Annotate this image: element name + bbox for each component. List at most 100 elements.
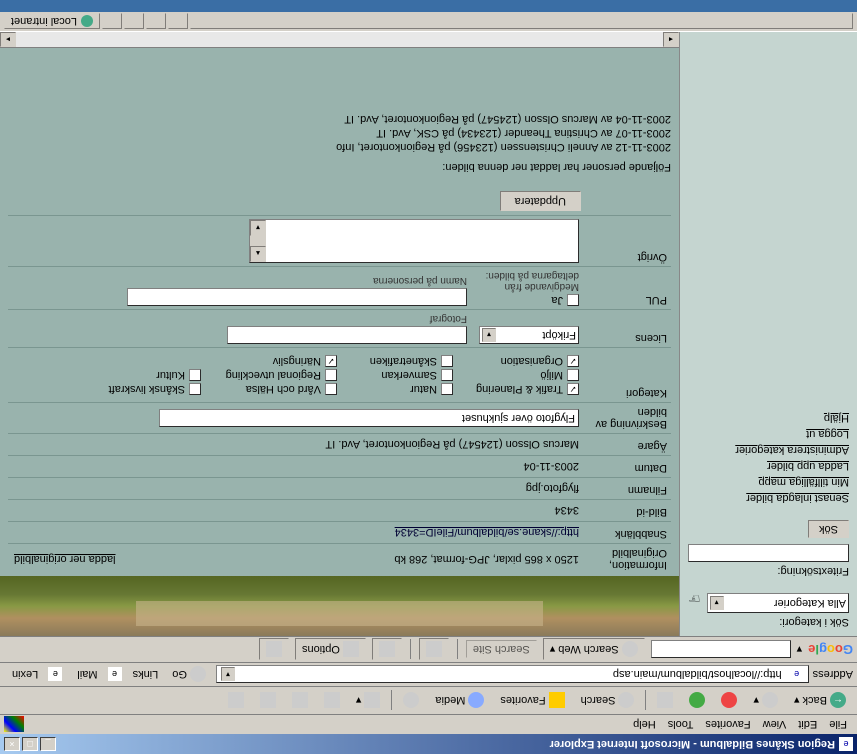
windows-logo-icon [4,717,24,733]
menu-tools[interactable]: Tools [662,717,700,733]
owner-value: Marcus Olsson (124547) på Regionkontoret… [8,436,583,454]
status-segment [102,14,122,30]
chk-trafik[interactable]: Trafik & Planering [459,383,579,395]
photographer-input[interactable] [227,326,467,344]
textarea-scrollbar[interactable]: ▴ ▾ [250,220,266,262]
menu-view[interactable]: View [757,717,793,733]
chk-skanetrafiken[interactable]: Skånetrafiken [343,355,453,367]
chk-vard[interactable]: Vård och Hälsa [207,383,337,395]
chk-natur[interactable]: Natur [343,383,453,395]
maximize-button[interactable]: □ [22,737,38,751]
print-button[interactable] [317,690,347,712]
blocked-button[interactable] [372,639,402,661]
google-logo-icon[interactable]: Google [808,642,853,657]
link-help[interactable]: Hjälp [688,410,849,426]
menu-edit[interactable]: Edit [792,717,823,733]
search-web-button[interactable]: Search Web ▾ [543,639,645,661]
category-select[interactable]: Alla Kategorier ▾ [707,593,849,613]
google-search-input[interactable] [651,641,791,659]
checkbox-icon [567,369,579,381]
window-titlebar: e Region Skånes Bildalbum - Microsoft In… [0,734,857,754]
back-button[interactable]: Back ▾ [787,690,853,712]
quicklink-value[interactable]: http://skane.se/bildalbum/FileID=3434 [395,527,579,539]
page-content: Sök i kategori: Alla Kategorier ▾ ☞ Frit… [0,32,857,636]
link-logout[interactable]: Logga ut [688,426,849,442]
link-lexin[interactable]: eLexin [4,668,66,682]
menu-favorites[interactable]: Favorites [699,717,756,733]
link-admin-categories[interactable]: Administrera kategorier [688,442,849,458]
media-button[interactable]: Media [428,690,491,712]
stop-button[interactable] [714,690,744,712]
search-button[interactable]: Search [574,690,642,712]
edit-button[interactable] [285,690,315,712]
image-id-label: Bild-id [583,503,671,521]
scroll-down-icon[interactable]: ▾ [250,220,266,236]
menu-help[interactable]: Help [627,717,662,733]
chk-regional[interactable]: Regional utveckling [207,369,337,381]
info-value: 1250 x 865 pixlar, JPG-format, 268 kb [116,550,583,568]
minimize-button[interactable]: _ [40,737,56,751]
chk-organisation[interactable]: Organisation [459,355,579,367]
messenger-icon [228,693,244,709]
chk-samverkan[interactable]: Samverkan [343,369,453,381]
blocked-icon [379,642,395,658]
horizontal-scrollbar[interactable]: ◂ ▸ [0,32,679,48]
messenger-button[interactable] [221,690,251,712]
download-history-title: Följande personer har laddat ner denna b… [8,161,671,173]
pagerank-button[interactable] [419,639,449,661]
scroll-track[interactable] [16,32,663,47]
description-input[interactable] [159,409,579,427]
favorites-label: Favorites [500,695,545,707]
chk-miljo[interactable]: Miljö [459,369,579,381]
main-panel: Information, Originalbild 1250 x 865 pix… [0,32,679,636]
favorites-button[interactable]: Favorites [493,690,571,712]
scroll-left-icon[interactable]: ◂ [663,32,679,47]
search-button[interactable]: Sök [808,520,849,538]
download-original-link[interactable]: ladda ner originalbild [8,553,116,565]
chevron-down-icon: ▾ [710,596,724,610]
freetext-input[interactable] [688,544,849,562]
address-dropdown-icon[interactable]: ▾ [221,668,235,682]
image-id-value: 3434 [8,502,583,520]
checkbox-icon [441,383,453,395]
refresh-button[interactable] [682,690,712,712]
home-button[interactable] [650,690,680,712]
checkbox-icon [567,355,579,367]
history-button[interactable] [396,690,426,712]
close-button[interactable]: × [4,737,20,751]
search-label: Search [581,695,616,707]
chk-livskraft[interactable]: Skånsk livskraft [91,383,201,395]
consent-checkbox[interactable]: Ja [479,294,579,306]
link-temp-folder[interactable]: Min tillfälliga mapp [688,474,849,490]
mail-button[interactable]: ▾ [349,690,388,712]
options-button[interactable]: Options [295,639,366,661]
update-button[interactable]: Uppdatera [500,191,581,211]
stop-icon [721,693,737,709]
forward-button[interactable]: ▾ [746,690,785,712]
chk-kultur[interactable]: Kultur [91,369,201,381]
hand-pointer-icon[interactable]: ☞ [688,591,701,608]
link-upload[interactable]: Ladda upp bilder [688,458,849,474]
search-site-button[interactable]: Search Site [466,641,537,659]
links-label[interactable]: Links [129,669,163,681]
link-recent-images[interactable]: Senast inlagda bilder [688,490,849,506]
image-preview [0,576,679,636]
link-mail[interactable]: eMail [69,668,125,682]
scroll-right-icon[interactable]: ▸ [0,32,16,47]
go-button[interactable]: Go [166,665,212,685]
chk-naringsliv[interactable]: Näringsliv [207,355,337,367]
status-segment [124,14,144,30]
person-names-input[interactable] [127,288,467,306]
other-textarea[interactable]: ▴ ▾ [249,219,579,263]
download-history: Följande personer har laddat ner denna b… [0,101,679,183]
status-message [190,14,853,30]
highlight-button[interactable] [259,639,289,661]
consent-label: Medgivande från deltagarna på bilden: [479,270,579,292]
license-select[interactable]: Friköpt ▾ [479,326,579,344]
discuss-button[interactable] [253,690,283,712]
options-icon [343,642,359,658]
status-segment [168,14,188,30]
menu-file[interactable]: File [823,717,853,733]
address-input[interactable]: e http://localhost/bildalbum/main.asp ▾ [216,666,809,684]
scroll-up-icon[interactable]: ▴ [250,246,266,262]
